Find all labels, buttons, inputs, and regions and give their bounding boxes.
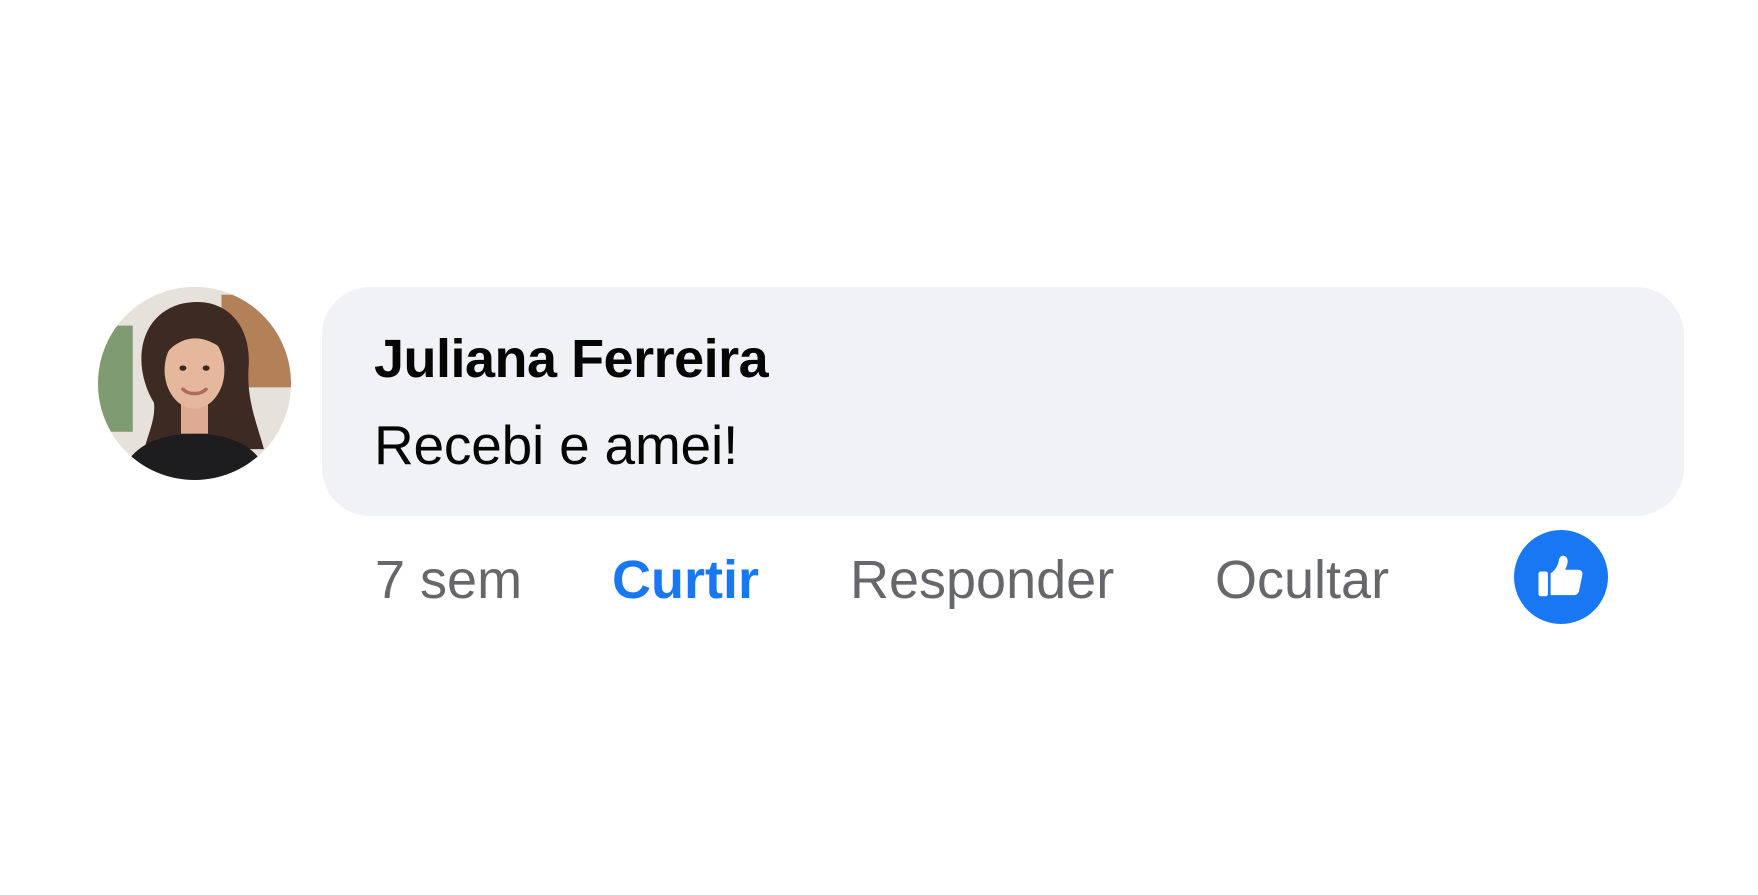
thumbs-up-icon (1538, 555, 1583, 597)
avatar[interactable] (98, 287, 291, 480)
comment-bubble: Juliana Ferreira Recebi e amei! (322, 287, 1684, 516)
hide-button[interactable]: Ocultar (1215, 548, 1389, 612)
comment-text: Recebi e amei! (374, 414, 739, 476)
avatar-photo (98, 287, 291, 480)
like-button[interactable]: Curtir (612, 548, 759, 612)
comment-author[interactable]: Juliana Ferreira (374, 327, 1684, 391)
comment-timestamp[interactable]: 7 sem (375, 548, 522, 612)
like-reaction-badge[interactable] (1514, 530, 1608, 624)
reply-button[interactable]: Responder (850, 548, 1114, 612)
